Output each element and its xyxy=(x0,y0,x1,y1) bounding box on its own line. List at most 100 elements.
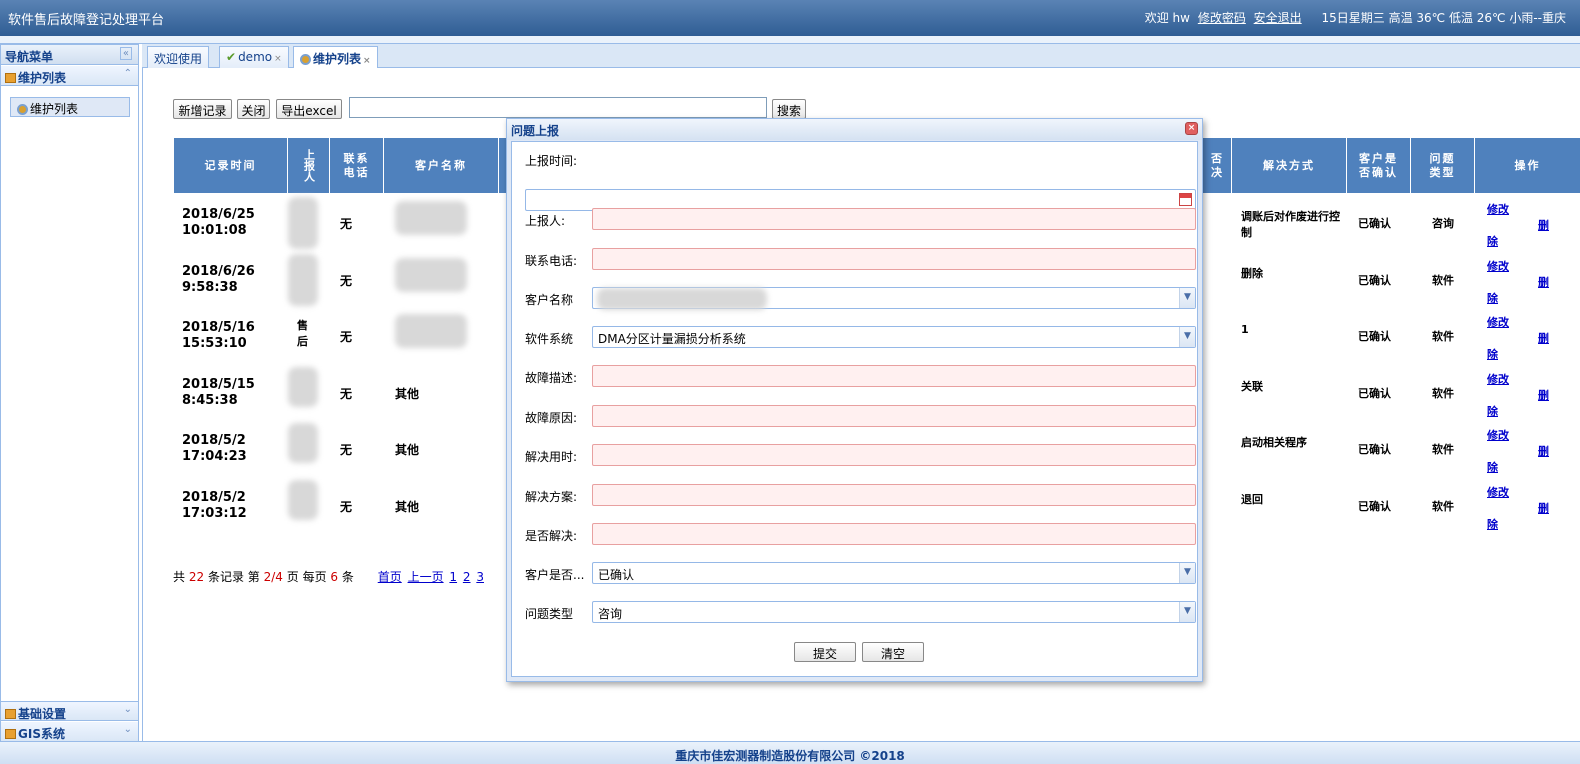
solved-input[interactable] xyxy=(592,523,1196,545)
close-button[interactable]: 关闭 xyxy=(237,99,270,119)
type-select[interactable]: 咨询 ▼ xyxy=(592,601,1196,623)
delete-link[interactable]: 删 xyxy=(1538,387,1549,403)
sidebar-item-maintenance-list[interactable]: 维护列表 xyxy=(10,97,130,117)
edit-link[interactable]: 修改 xyxy=(1487,427,1509,443)
delete-link[interactable]: 删 xyxy=(1538,500,1549,516)
tab-label: 欢迎使用 xyxy=(154,52,203,66)
solution-input[interactable] xyxy=(592,484,1196,506)
fault-reason-input[interactable] xyxy=(592,405,1196,427)
sidebar-section-gis[interactable]: GIS系统 ⌄ xyxy=(1,722,138,742)
reporter-input[interactable] xyxy=(592,208,1196,230)
delete-link-cont[interactable]: 除 xyxy=(1487,346,1498,362)
cell-phone: 无 xyxy=(340,443,353,457)
cell-type: 软件 xyxy=(1432,330,1454,343)
tab-maintenance-list[interactable]: 维护列表 × xyxy=(293,46,378,69)
export-excel-button[interactable]: 导出excel xyxy=(276,99,342,119)
delete-link-cont[interactable]: 除 xyxy=(1487,403,1498,419)
chevron-down-icon[interactable]: ⌄ xyxy=(124,724,132,735)
edit-link[interactable]: 修改 xyxy=(1487,484,1509,500)
delete-link[interactable]: 删 xyxy=(1538,330,1549,346)
redacted-reporter xyxy=(288,254,318,306)
gear-icon xyxy=(300,54,311,65)
cell-type: 软件 xyxy=(1432,387,1454,400)
col-header-phone: 联系电话 xyxy=(330,138,384,193)
cell-confirm: 已确认 xyxy=(1358,274,1391,287)
solve-time-input[interactable] xyxy=(592,444,1196,466)
redacted-customer xyxy=(395,258,467,292)
close-tab-icon[interactable]: × xyxy=(363,56,371,66)
chevron-up-icon[interactable]: ⌃ xyxy=(124,68,132,79)
edit-link[interactable]: 修改 xyxy=(1487,258,1509,274)
prev-page-link[interactable]: 上一页 xyxy=(408,570,444,584)
edit-link[interactable]: 修改 xyxy=(1487,314,1509,330)
delete-link-cont[interactable]: 除 xyxy=(1487,516,1498,532)
phone-input[interactable] xyxy=(592,248,1196,270)
chevron-down-icon[interactable]: ▼ xyxy=(1179,602,1195,622)
confirm-value: 已确认 xyxy=(598,568,635,582)
header-user-area: 欢迎 hw 修改密码 安全退出 15日星期三 高温 36℃ 低温 26℃ 小雨-… xyxy=(1145,9,1566,26)
page-1-link[interactable]: 1 xyxy=(449,570,457,584)
delete-link[interactable]: 删 xyxy=(1538,217,1549,233)
redacted-reporter xyxy=(288,480,318,520)
submit-button[interactable]: 提交 xyxy=(794,642,856,662)
sidebar-section-basic-settings[interactable]: 基础设置 ⌄ xyxy=(1,701,138,721)
search-input[interactable] xyxy=(349,97,767,118)
cell-time: 2018/5/2 17:03:12 xyxy=(182,490,247,521)
report-dialog: 问题上报 × 上报时间: 上报人: 联系电话: 客户名称 ▼ 软件系统 DMA分… xyxy=(506,118,1203,682)
tab-welcome[interactable]: 欢迎使用 xyxy=(147,46,210,68)
first-page-link[interactable]: 首页 xyxy=(378,570,402,584)
redacted-reporter xyxy=(288,367,318,407)
sidebar-title: 导航菜单 « xyxy=(1,45,138,65)
system-select[interactable]: DMA分区计量漏损分析系统 ▼ xyxy=(592,326,1196,348)
tab-demo[interactable]: ✔ demo × xyxy=(219,46,289,68)
type-label: 问题类型 xyxy=(525,607,574,621)
clear-button[interactable]: 清空 xyxy=(862,642,924,662)
cell-confirm: 已确认 xyxy=(1358,217,1391,230)
edit-link[interactable]: 修改 xyxy=(1487,371,1509,387)
app-header: 软件售后故障登记处理平台 欢迎 hw 修改密码 安全退出 15日星期三 高温 3… xyxy=(0,0,1580,36)
edit-link[interactable]: 修改 xyxy=(1487,201,1509,217)
reporter-label: 上报人: xyxy=(525,214,566,228)
search-button[interactable]: 搜索 xyxy=(772,99,806,119)
calendar-icon[interactable] xyxy=(1179,193,1192,206)
collapse-sidebar-icon[interactable]: « xyxy=(119,47,132,60)
cell-customer: 其他 xyxy=(395,443,420,457)
redacted-customer xyxy=(395,201,467,235)
pager-text: 条记录 第 xyxy=(207,570,260,584)
logout-link[interactable]: 安全退出 xyxy=(1254,11,1302,25)
section-label: GIS系统 xyxy=(18,727,65,741)
sidebar-section-maintenance[interactable]: 维护列表 ⌃ xyxy=(1,66,138,86)
close-icon[interactable]: × xyxy=(1185,122,1198,135)
cell-method: 退回 xyxy=(1241,493,1263,506)
footer: 重庆市佳宏测器制造股份有限公司 ©2018 xyxy=(0,741,1580,764)
change-password-link[interactable]: 修改密码 xyxy=(1198,11,1246,25)
chevron-down-icon[interactable]: ▼ xyxy=(1179,288,1195,308)
cell-method: 关联 xyxy=(1241,380,1263,393)
add-record-button[interactable]: 新增记录 xyxy=(173,99,232,119)
folder-icon xyxy=(5,729,16,739)
cell-phone: 无 xyxy=(340,217,353,231)
pager-text: 条 xyxy=(341,570,354,584)
cell-method: 启动相关程序 xyxy=(1241,436,1307,449)
cell-time: 2018/5/2 17:04:23 xyxy=(182,433,247,464)
chevron-down-icon[interactable]: ⌄ xyxy=(124,704,132,715)
fault-desc-input[interactable] xyxy=(592,365,1196,387)
chevron-down-icon[interactable]: ▼ xyxy=(1179,327,1195,347)
pagination: 共 22 条记录 第 2/4 页 每页 6 条 首页 上一页 1 2 3 xyxy=(173,568,484,585)
chevron-down-icon[interactable]: ▼ xyxy=(1179,563,1195,583)
delete-link-cont[interactable]: 除 xyxy=(1487,459,1498,475)
page-2-link[interactable]: 2 xyxy=(463,570,471,584)
redacted-customer xyxy=(395,314,467,348)
delete-link[interactable]: 删 xyxy=(1538,443,1549,459)
close-tab-icon[interactable]: × xyxy=(274,54,282,64)
page-3-link[interactable]: 3 xyxy=(476,570,484,584)
redacted-reporter xyxy=(288,423,318,463)
cell-method: 1 xyxy=(1241,323,1249,336)
tab-bar: 欢迎使用 ✔ demo × 维护列表 × xyxy=(142,44,1580,69)
delete-link[interactable]: 删 xyxy=(1538,274,1549,290)
customer-select[interactable]: ▼ xyxy=(592,287,1196,310)
delete-link-cont[interactable]: 除 xyxy=(1487,233,1498,249)
delete-link-cont[interactable]: 除 xyxy=(1487,290,1498,306)
col-header-actions: 操作 xyxy=(1514,158,1541,172)
confirm-select[interactable]: 已确认 ▼ xyxy=(592,562,1196,584)
